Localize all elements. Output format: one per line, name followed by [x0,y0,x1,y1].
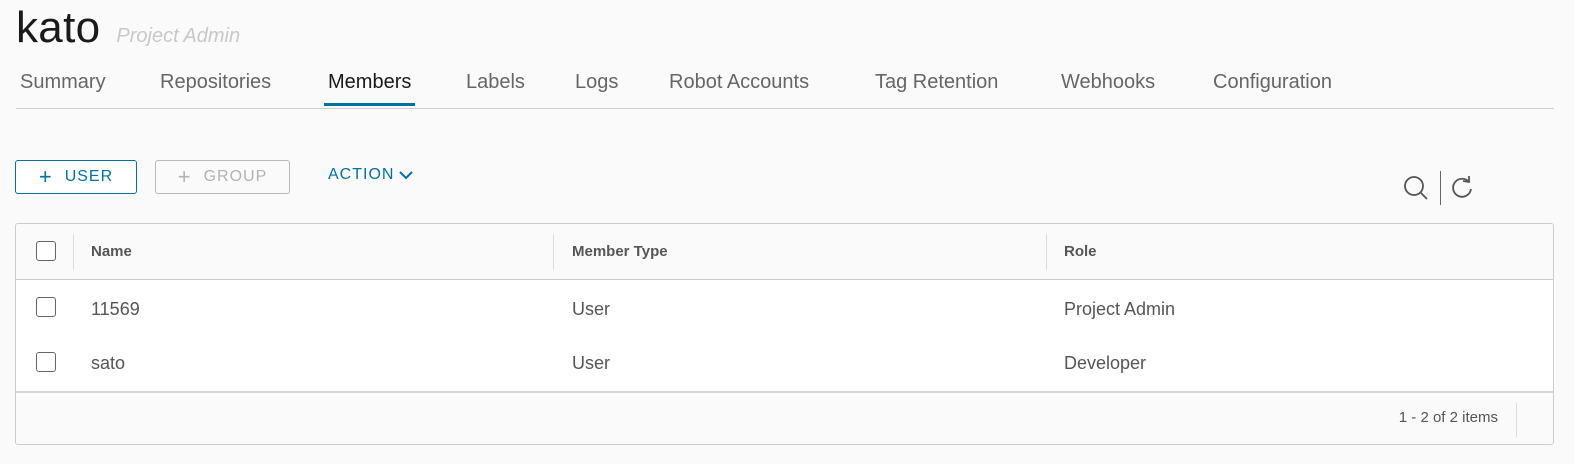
pagination-info: 1 - 2 of 2 items [1398,409,1498,426]
column-divider[interactable] [553,234,554,270]
add-group-button[interactable]: + GROUP [155,160,290,194]
tab-summary[interactable]: Summary [16,70,110,106]
project-header: kato Project Admin [16,2,240,54]
column-header-member-type[interactable]: Member Type [572,243,668,260]
tab-logs[interactable]: Logs [571,70,622,106]
toolbar-divider [1440,171,1441,205]
select-all-checkbox[interactable] [36,241,56,261]
project-role: Project Admin [116,25,241,47]
table-row[interactable]: sato User Developer [16,336,1553,389]
project-members-page: kato Project Admin Summary Repositories … [0,0,1574,464]
table-tools [1402,171,1475,205]
action-label: ACTION [328,166,395,183]
plus-icon: + [38,164,53,189]
tab-repositories[interactable]: Repositories [156,70,275,106]
search-icon[interactable] [1402,173,1430,203]
column-divider [73,234,74,270]
row-checkbox[interactable] [36,297,56,317]
tab-webhooks[interactable]: Webhooks [1057,70,1159,106]
cell-name: sato [91,353,126,373]
table-row[interactable]: 11569 User Project Admin [16,280,1553,337]
column-header-name[interactable]: Name [91,243,132,260]
refresh-icon[interactable] [1449,175,1475,201]
project-tabs: Summary Repositories Members Labels Logs… [16,58,1554,109]
table-footer: 1 - 2 of 2 items [16,391,1553,444]
tab-robot-accounts[interactable]: Robot Accounts [665,70,813,106]
column-divider[interactable] [1046,234,1047,270]
table-header: Name Member Type Role [16,224,1553,280]
row-checkbox[interactable] [36,352,56,372]
add-group-label: GROUP [203,168,268,185]
chevron-down-icon [399,171,414,180]
cell-member-type: User [572,353,611,373]
add-user-button[interactable]: + USER [15,160,137,194]
cell-role: Developer [1064,353,1147,373]
plus-icon: + [177,164,192,189]
cell-role: Project Admin [1064,299,1176,319]
members-table: Name Member Type Role 11569 User Project… [15,223,1554,445]
column-header-role[interactable]: Role [1064,243,1097,260]
add-user-label: USER [64,168,114,185]
tab-labels[interactable]: Labels [462,70,529,106]
tab-configuration[interactable]: Configuration [1209,70,1336,106]
tab-tag-retention[interactable]: Tag Retention [871,70,1002,106]
action-dropdown[interactable]: ACTION [328,166,414,184]
footer-divider [1516,403,1517,437]
project-name: kato [16,3,101,52]
tab-members[interactable]: Members [324,70,416,106]
cell-name: 11569 [91,299,140,319]
cell-member-type: User [572,299,611,319]
